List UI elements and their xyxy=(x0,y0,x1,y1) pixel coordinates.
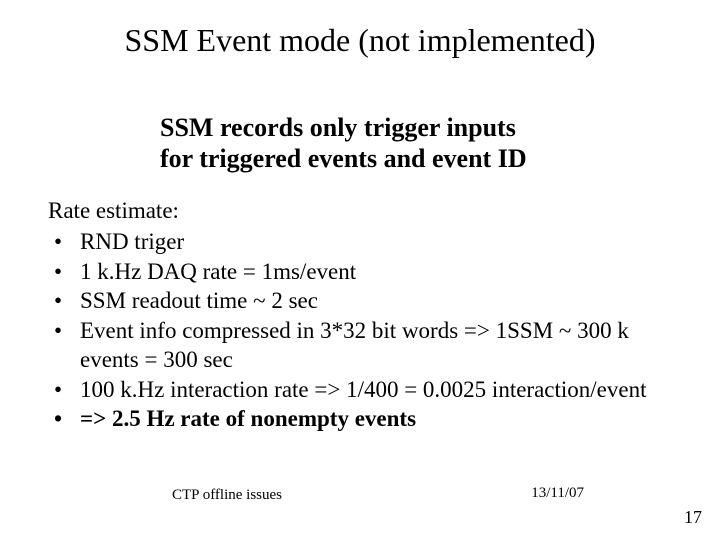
body-block: Rate estimate: RND triger 1 k.Hz DAQ rat… xyxy=(48,196,672,434)
list-item: 100 k.Hz interaction rate => 1/400 = 0.0… xyxy=(48,375,672,404)
footer-left: CTP offline issues xyxy=(172,487,282,504)
list-item: Event info compressed in 3*32 bit words … xyxy=(48,316,672,375)
page-number: 17 xyxy=(684,507,702,528)
bullet-list: RND triger 1 k.Hz DAQ rate = 1ms/event S… xyxy=(48,227,672,433)
subtitle-line1: SSM records only trigger inputs xyxy=(160,112,527,143)
footer-date: 13/11/07 xyxy=(531,485,584,502)
subtitle-line2: for triggered events and event ID xyxy=(160,143,527,174)
slide: SSM Event mode (not implemented) SSM rec… xyxy=(0,0,720,540)
slide-subtitle: SSM records only trigger inputs for trig… xyxy=(160,112,527,174)
list-item: SSM readout time ~ 2 sec xyxy=(48,286,672,315)
list-item: 1 k.Hz DAQ rate = 1ms/event xyxy=(48,257,672,286)
list-item: RND triger xyxy=(48,227,672,256)
list-item: => 2.5 Hz rate of nonempty events xyxy=(48,404,672,433)
slide-title: SSM Event mode (not implemented) xyxy=(0,22,720,59)
body-lead: Rate estimate: xyxy=(48,196,672,225)
